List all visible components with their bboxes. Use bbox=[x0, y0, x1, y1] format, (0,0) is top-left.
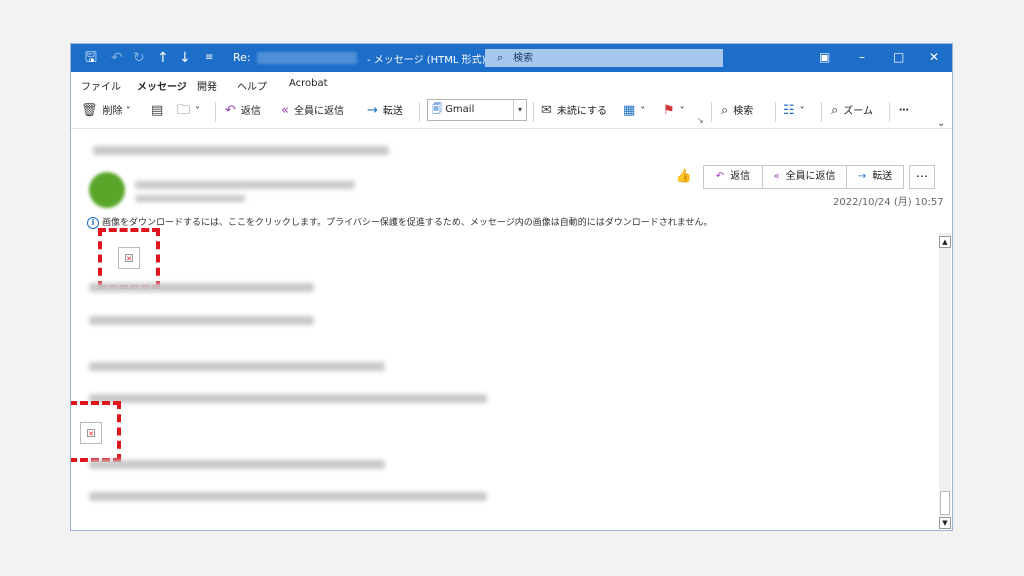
infobar-text: 画像をダウンロードするには、ここをクリックします。プライバシー保護を促進するため… bbox=[102, 218, 713, 228]
forward-action-label: 転送 bbox=[872, 171, 893, 182]
trash-icon: 🗑 bbox=[81, 103, 98, 118]
quick-step-icon: 🗐 bbox=[432, 104, 442, 115]
forward-action-button[interactable]: → 転送 bbox=[846, 165, 904, 189]
redacted-subject bbox=[93, 146, 389, 155]
menu-developer[interactable]: 開発 bbox=[197, 78, 217, 93]
reply-button[interactable]: ↶ 返信 bbox=[225, 104, 261, 119]
archive-button[interactable]: ▤ bbox=[151, 104, 168, 119]
redo-icon[interactable]: ↻ bbox=[133, 49, 145, 67]
chevron-down-icon[interactable]: ▾ bbox=[513, 100, 526, 120]
up-arrow-icon[interactable]: ↑ bbox=[157, 49, 169, 67]
redacted-body-line bbox=[89, 283, 314, 292]
customize-toolbar-icon[interactable]: ≡ bbox=[205, 49, 213, 67]
title-re-prefix: Re: bbox=[233, 51, 251, 64]
redacted-body-line bbox=[89, 394, 487, 403]
maximize-icon[interactable]: □ bbox=[893, 50, 904, 64]
archive-icon: ▤ bbox=[151, 103, 164, 118]
mark-unread-button[interactable]: ✉ 未読にする bbox=[541, 104, 607, 119]
menu-help[interactable]: ヘルプ bbox=[237, 78, 267, 93]
sender-avatar bbox=[89, 172, 125, 208]
flag-button[interactable]: ⚑ ˅ bbox=[663, 104, 685, 119]
title-subject-redacted bbox=[257, 52, 357, 64]
categorize-button[interactable]: ▦ ˅ bbox=[623, 104, 645, 119]
minimize-icon[interactable]: – bbox=[859, 50, 865, 64]
reply-all-label: 全員に返信 bbox=[293, 106, 344, 117]
like-icon[interactable]: 👍 bbox=[671, 165, 697, 189]
more-actions-button[interactable]: ⋯ bbox=[909, 165, 935, 189]
move-button[interactable]: 🗀 ˅ bbox=[177, 104, 200, 119]
ribbon-search-label: 検索 bbox=[733, 106, 754, 117]
search-button[interactable]: ⌕ 検索 bbox=[721, 104, 753, 119]
delete-button[interactable]: 🗑 削除 ˅ bbox=[81, 104, 131, 119]
close-icon[interactable]: ✕ bbox=[929, 50, 939, 64]
scroll-thumb[interactable] bbox=[940, 491, 950, 515]
menu-file[interactable]: ファイル bbox=[81, 78, 121, 93]
reply-icon: ↶ bbox=[715, 171, 725, 182]
highlight-box bbox=[71, 401, 121, 462]
ribbon-display-options-icon[interactable]: ▣ bbox=[819, 50, 830, 64]
zoom-button[interactable]: ⌕ ズーム bbox=[831, 104, 873, 119]
more-options-icon[interactable]: ⋯ bbox=[899, 104, 909, 118]
reply-all-icon: « bbox=[773, 171, 780, 182]
search-icon: ⌕ bbox=[497, 51, 504, 64]
forward-label: 転送 bbox=[382, 106, 403, 117]
redacted-body-line bbox=[89, 492, 487, 501]
zoom-label: ズーム bbox=[843, 106, 873, 117]
down-arrow-icon[interactable]: ↓ bbox=[179, 49, 191, 67]
ribbon-separator bbox=[821, 102, 822, 122]
undo-icon[interactable]: ↶ bbox=[111, 49, 123, 67]
title-search-box[interactable]: ⌕ 検索 bbox=[485, 49, 723, 67]
forward-button[interactable]: → 転送 bbox=[367, 104, 403, 119]
search-box-label: 検索 bbox=[513, 53, 534, 64]
envelope-icon: ✉ bbox=[541, 103, 552, 118]
ribbon-separator bbox=[533, 102, 534, 122]
download-images-infobar[interactable]: i 画像をダウンロードするには、ここをクリックします。プライバシー保護を促進するた… bbox=[87, 215, 712, 229]
redacted-sender bbox=[135, 181, 355, 189]
reply-all-action-label: 全員に返信 bbox=[785, 171, 836, 182]
redacted-recipient bbox=[135, 195, 245, 202]
reply-all-icon: « bbox=[281, 103, 289, 118]
reply-all-button[interactable]: « 全員に返信 bbox=[281, 104, 344, 119]
redacted-body-line bbox=[89, 316, 314, 325]
move-folder-icon: 🗀 bbox=[177, 103, 191, 118]
ribbon-separator bbox=[215, 102, 216, 122]
menu-acrobat[interactable]: Acrobat bbox=[289, 78, 328, 89]
ribbon-separator bbox=[711, 102, 712, 122]
save-icon[interactable]: 🖫 bbox=[85, 49, 97, 67]
zoom-icon: ⌕ bbox=[831, 103, 839, 118]
reply-action-label: 返信 bbox=[730, 171, 751, 182]
forward-icon: → bbox=[367, 103, 378, 118]
scroll-down-icon[interactable]: ▼ bbox=[939, 517, 951, 529]
mark-unread-label: 未読にする bbox=[556, 106, 608, 117]
quick-steps-dropdown[interactable]: 🗐 Gmail ▾ bbox=[427, 99, 527, 121]
ribbon-separator bbox=[419, 102, 420, 122]
ribbon-separator bbox=[775, 102, 776, 122]
ribbon-expand-icon[interactable]: ⌄ bbox=[937, 118, 945, 129]
delete-label: 削除 bbox=[102, 106, 123, 117]
forward-icon: → bbox=[857, 171, 867, 182]
outlook-message-window: 🖫 ↶ ↻ ↑ ↓ ≡ Re: - メッセージ (HTML 形式) ⌕ 検索 ▣ … bbox=[70, 43, 953, 531]
magnifier-icon: ⌕ bbox=[721, 103, 729, 118]
reply-label: 返信 bbox=[240, 106, 261, 117]
ribbon-toolbar: 🗑 削除 ˅ ▤ 🗀 ˅ ↶ 返信 «全員に返信 → 転送 🗐 Gmail ▾ ✉ 未読に… bbox=[71, 94, 952, 129]
message-datetime: 2022/10/24 (月) 10:57 bbox=[833, 197, 944, 208]
menu-bar: ファイル メッセージ 開発 ヘルプ Acrobat bbox=[71, 72, 952, 97]
translate-icon: ☷ bbox=[783, 103, 795, 118]
title-bar: 🖫 ↶ ↻ ↑ ↓ ≡ Re: - メッセージ (HTML 形式) ⌕ 検索 ▣ … bbox=[71, 44, 952, 72]
quick-step-label: Gmail bbox=[445, 104, 475, 115]
group-launcher-icon[interactable]: ↘ bbox=[697, 114, 704, 128]
highlight-box bbox=[98, 228, 160, 289]
scroll-up-icon[interactable]: ▲ bbox=[939, 236, 951, 248]
translate-button[interactable]: ☷ ˅ bbox=[783, 104, 805, 119]
reply-all-action-button[interactable]: « 全員に返信 bbox=[762, 165, 847, 189]
reply-action-button[interactable]: ↶ 返信 bbox=[703, 165, 763, 189]
redacted-body-line bbox=[89, 460, 385, 469]
reply-icon: ↶ bbox=[225, 103, 236, 118]
window-title: - メッセージ (HTML 形式) bbox=[367, 55, 486, 66]
categorize-icon: ▦ bbox=[623, 103, 636, 118]
flag-icon: ⚑ bbox=[663, 103, 675, 118]
ribbon-separator bbox=[889, 102, 890, 122]
redacted-body-line bbox=[89, 362, 385, 371]
vertical-scrollbar[interactable]: ▲ ▼ bbox=[939, 233, 951, 529]
